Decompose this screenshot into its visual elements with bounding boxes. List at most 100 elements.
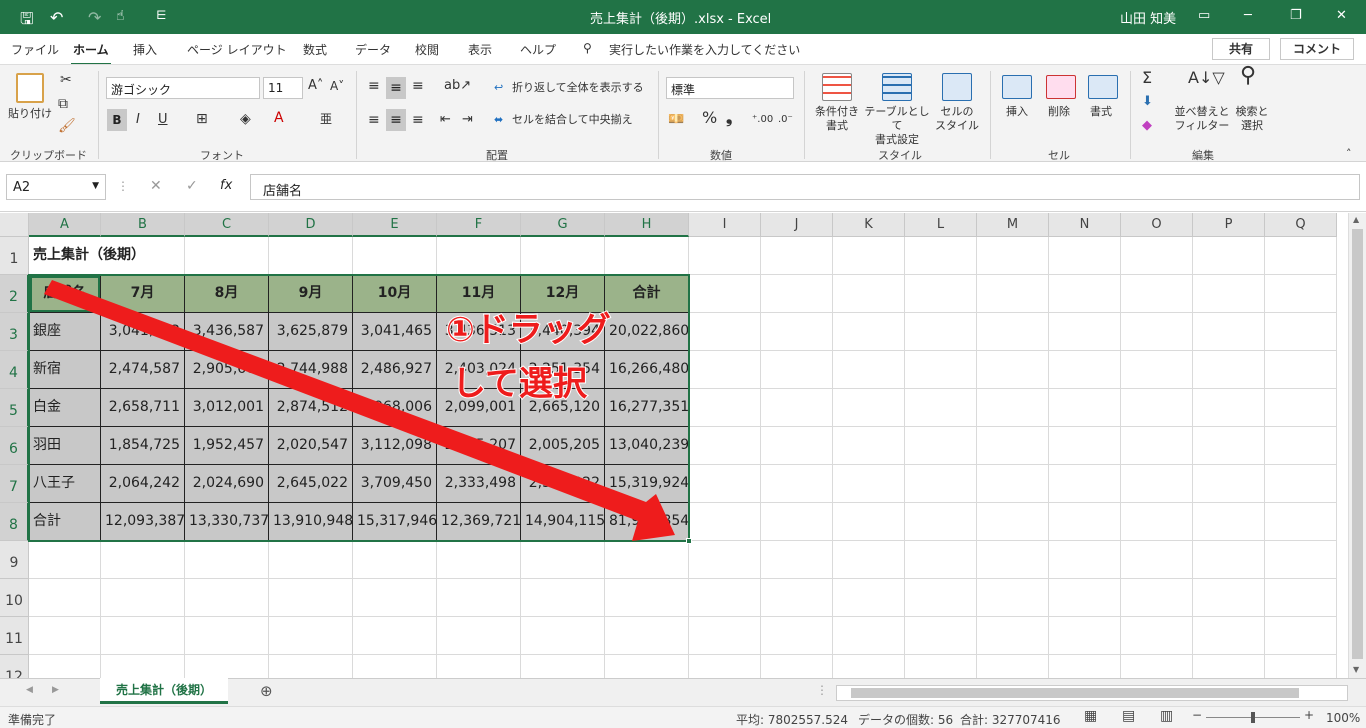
fill-icon[interactable]: ⬇ [1142,95,1153,109]
cell[interactable] [1121,389,1193,427]
cell[interactable] [689,313,761,351]
formula-input[interactable]: 店舗名 [250,174,1360,200]
cell[interactable] [1121,275,1193,313]
tab-home[interactable]: ホーム [71,41,111,66]
customize-qat-icon[interactable]: ⋿ [156,8,166,22]
value-cell[interactable]: 2,968,006 [353,389,437,427]
value-cell[interactable]: 2,095,207 [437,427,521,465]
wrap-text-icon[interactable]: ↩ [494,81,503,95]
row-label-cell[interactable]: 合計 [29,503,101,541]
cell[interactable] [437,617,521,655]
cell[interactable] [905,655,977,678]
value-cell[interactable]: 12,369,721 [437,503,521,541]
fill-color-icon[interactable]: ◈ [240,112,251,126]
format-painter-icon[interactable]: 🖌 [58,119,76,133]
cell[interactable] [761,655,833,678]
cell[interactable] [1121,465,1193,503]
increase-font-icon[interactable]: A˄ [308,79,323,93]
cell[interactable] [1193,541,1265,579]
cell[interactable] [1193,503,1265,541]
redo-icon[interactable]: ↷ [88,8,101,27]
cell[interactable] [905,389,977,427]
tab-formulas[interactable]: 数式 [303,41,327,58]
cell[interactable] [905,503,977,541]
cell[interactable] [1193,237,1265,275]
value-cell[interactable]: 2,486,927 [353,351,437,389]
align-right-icon[interactable]: ≡ [412,113,424,127]
cell[interactable] [185,655,269,678]
vertical-scroll-thumb[interactable] [1352,229,1363,659]
paste-icon[interactable] [16,73,44,103]
cell[interactable] [269,617,353,655]
value-cell[interactable]: 2,744,988 [269,351,353,389]
cell[interactable] [833,389,905,427]
column-header[interactable]: Q [1265,213,1337,237]
paste-button[interactable]: 貼り付け [8,107,52,121]
cell[interactable] [1049,503,1121,541]
value-cell[interactable]: 3,041,122 [101,313,185,351]
cell[interactable] [1121,655,1193,678]
row-label-cell[interactable]: 八王子 [29,465,101,503]
cell[interactable] [1049,541,1121,579]
cell[interactable] [977,427,1049,465]
font-color-icon[interactable]: A [274,111,284,125]
cell[interactable] [29,655,101,678]
cancel-icon[interactable]: ✕ [150,178,162,194]
column-header[interactable]: C [185,213,269,237]
value-cell[interactable]: 2,874,512 [269,389,353,427]
cell[interactable] [353,617,437,655]
select-all-button[interactable] [0,213,29,237]
value-cell[interactable]: 13,330,737 [185,503,269,541]
accounting-icon[interactable]: 💴 [668,113,684,127]
cell[interactable] [1121,617,1193,655]
cell[interactable] [761,503,833,541]
value-cell[interactable]: 81,926,854 [605,503,689,541]
cell[interactable] [905,541,977,579]
decrease-font-icon[interactable]: A˅ [330,79,344,93]
tab-data[interactable]: データ [355,41,391,58]
table-header-cell[interactable]: 店舗名 [29,275,101,313]
tab-insert[interactable]: 挿入 [133,41,157,58]
row-header[interactable]: 10 [0,579,29,617]
cell[interactable] [905,617,977,655]
cell[interactable] [101,655,185,678]
cell[interactable] [689,465,761,503]
ribbon-display-icon[interactable]: ▭ [1198,8,1210,23]
cell[interactable] [1049,579,1121,617]
conditional-format-icon[interactable] [822,73,852,101]
page-break-view-icon[interactable]: ▥ [1160,708,1173,724]
cell[interactable] [269,541,353,579]
cell[interactable] [29,617,101,655]
delete-cells-icon[interactable] [1046,75,1076,99]
value-cell[interactable]: 2,064,242 [101,465,185,503]
scroll-up-icon[interactable]: ▲ [1353,215,1359,224]
comment-button[interactable]: コメント [1280,38,1354,60]
tell-me-icon[interactable]: ⚲ [583,41,592,55]
copy-icon[interactable]: ⧉ [58,97,68,111]
cell[interactable] [521,541,605,579]
value-cell[interactable]: 2,333,498 [437,465,521,503]
cell[interactable] [353,655,437,678]
autosum-icon[interactable]: Σ [1142,70,1152,86]
align-middle-icon[interactable]: ≡ [386,77,406,99]
cell[interactable] [977,465,1049,503]
zoom-level[interactable]: 100% [1326,711,1360,725]
row-header[interactable]: 1 [0,237,29,275]
cell[interactable] [1265,237,1337,275]
cell[interactable] [905,313,977,351]
cell[interactable] [605,617,689,655]
increase-indent-icon[interactable]: ⇥ [462,113,473,127]
cell[interactable] [605,655,689,678]
format-cells-button[interactable]: 書式 [1090,105,1112,119]
cell[interactable] [1265,275,1337,313]
cell[interactable] [185,579,269,617]
cell[interactable] [1121,579,1193,617]
table-header-cell[interactable]: 10月 [353,275,437,313]
delete-cells-button[interactable]: 削除 [1048,105,1070,119]
cell[interactable] [521,579,605,617]
tell-me-box[interactable]: 実行したい作業を入力してください [609,41,800,58]
row-header[interactable]: 5 [0,389,29,427]
value-cell[interactable]: 14,904,115 [521,503,605,541]
cell[interactable] [437,541,521,579]
cell[interactable] [1121,313,1193,351]
